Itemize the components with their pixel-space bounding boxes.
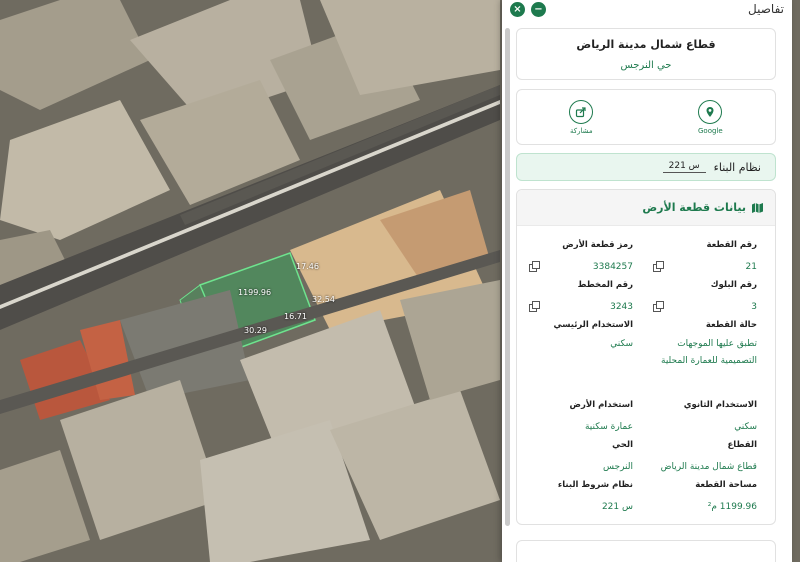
- land-data-card: بيانات قطعة الأرض رقم القطعة 21 رقم البل…: [516, 189, 776, 525]
- area-value: 1199.96 م²: [707, 502, 757, 512]
- field-plot-status: حالة القطعة تطبق عليها الموجهات التصميمي…: [653, 320, 757, 370]
- panel-scrollbar[interactable]: [505, 28, 510, 526]
- field-block-number: رقم البلوك 3: [653, 280, 757, 316]
- building-system-label: نظام البناء: [713, 160, 761, 174]
- field-district: الحي النرجس: [529, 440, 633, 476]
- district-name: حي النرجس: [620, 60, 672, 71]
- building-code-value: س 221: [601, 502, 633, 512]
- actions-card: Google مشاركة: [516, 89, 776, 145]
- field-building-code: نظام شروط البناء س 221: [529, 480, 633, 516]
- plot-number-value: 21: [745, 262, 757, 272]
- field-secondary-use: الاستخدام الثانوي سكني: [653, 400, 757, 436]
- field-plot-number: رقم القطعة 21: [653, 240, 757, 276]
- copy-icon[interactable]: [529, 301, 540, 312]
- minimize-button[interactable]: −: [531, 1, 546, 17]
- block-number-value: 3: [751, 302, 757, 312]
- field-land-use: استخدام الأرض عمارة سكنية: [529, 400, 633, 436]
- plot-title-card: قطاع شمال مدينة الرياض حي النرجس: [516, 28, 776, 80]
- panel-title: تفاصيل: [748, 2, 784, 16]
- plot-side-label-west: 30.29: [244, 326, 267, 335]
- field-main-use: الاستخدام الرئيسي سكني: [529, 320, 633, 353]
- plot-code-value: 3384257: [592, 262, 633, 272]
- close-button[interactable]: ×: [510, 1, 525, 17]
- plan-number-value: 3243: [610, 302, 633, 312]
- plot-title: قطاع شمال مدينة الرياض: [576, 38, 716, 51]
- google-maps-icon: [698, 99, 723, 124]
- panel-header: تفاصيل × −: [502, 0, 792, 18]
- plot-status-value: تطبق عليها الموجهات التصميمية للعمارة ال…: [661, 339, 757, 367]
- land-use-value: عمارة سكنية: [584, 422, 633, 432]
- copy-icon[interactable]: [653, 261, 664, 272]
- main-use-value: سكني: [610, 339, 633, 349]
- share-icon: [569, 99, 594, 124]
- building-system-value[interactable]: س 221: [662, 161, 706, 173]
- sector-value: قطاع شمال مدينة الرياض: [660, 462, 757, 472]
- field-sector: القطاع قطاع شمال مدينة الرياض: [653, 440, 757, 476]
- next-section-card[interactable]: [516, 540, 776, 562]
- share-label: مشاركة: [570, 126, 593, 135]
- copy-icon[interactable]: [653, 301, 664, 312]
- share-button[interactable]: مشاركة: [569, 99, 594, 135]
- field-area: مساحة القطعة 1199.96 م²: [653, 480, 757, 516]
- field-plot-code: رمز قطعة الأرض 3384257: [529, 240, 633, 276]
- secondary-use-value: سكني: [734, 422, 757, 432]
- plot-side-label-south: 16.71: [284, 312, 307, 321]
- building-system-card: نظام البناء س 221: [516, 153, 776, 181]
- land-data-title: بيانات قطعة الأرض: [642, 201, 746, 214]
- map-icon: [752, 202, 763, 213]
- google-label: Google: [697, 126, 723, 135]
- plot-side-label-north: 17.46: [296, 262, 319, 271]
- plot-side-label-east: 32.54: [312, 295, 335, 304]
- field-plan-number: رقم المخطط 3243: [529, 280, 633, 316]
- copy-icon[interactable]: [529, 261, 540, 272]
- land-data-header[interactable]: بيانات قطعة الأرض: [517, 190, 775, 226]
- details-panel: تفاصيل × − قطاع شمال مدينة الرياض حي الن…: [502, 0, 792, 562]
- google-button[interactable]: Google: [697, 99, 723, 135]
- plot-area-label: 1199.96: [238, 288, 272, 297]
- district-value: النرجس: [603, 462, 633, 472]
